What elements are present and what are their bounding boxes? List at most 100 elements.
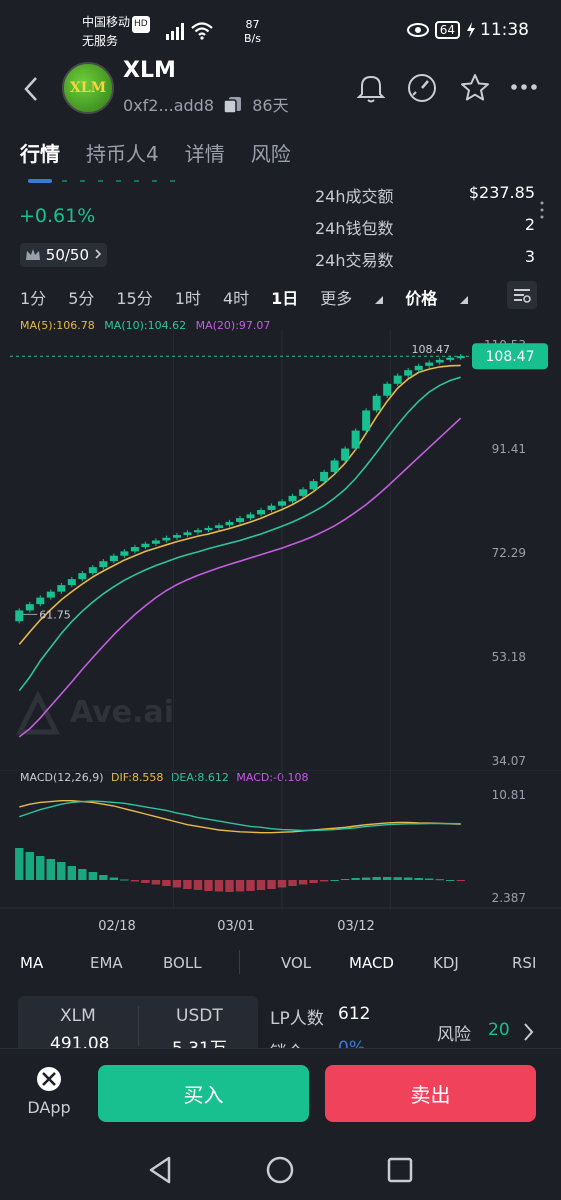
macd-histogram-bar	[435, 879, 444, 881]
candle-body	[172, 535, 181, 538]
indicator-divider	[239, 950, 240, 974]
macd-histogram-bar	[109, 877, 119, 880]
candle-body	[404, 370, 413, 376]
macd-histogram-bar	[235, 880, 245, 892]
price-toggle[interactable]: 价格	[405, 285, 469, 309]
chart-settings-button[interactable]	[507, 281, 537, 309]
candle-body	[372, 395, 381, 411]
battery-level: 64	[434, 21, 460, 39]
carrier-name: 中国移动	[82, 15, 131, 29]
candle-body	[120, 551, 129, 556]
charging-icon	[467, 22, 475, 38]
tab-risk[interactable]: 风险	[251, 138, 291, 172]
dapp-button[interactable]: DApp	[22, 1066, 76, 1120]
status-bar: 中国移动 HD 无服务 87 B/s 64 11:38	[0, 0, 561, 56]
risk-label: 风险	[437, 1025, 471, 1045]
candle-body	[57, 585, 66, 592]
buy-button[interactable]: 买入	[98, 1065, 309, 1122]
copy-icon[interactable]	[223, 96, 243, 114]
stat-label-trades: 24h交易数	[315, 251, 394, 270]
macd-histogram-bar	[361, 877, 371, 880]
stat-label-volume: 24h成交额	[315, 187, 394, 206]
interval-4h[interactable]: 4时	[223, 285, 249, 309]
macd-histogram-bar	[456, 880, 465, 882]
indicator-rsi[interactable]: RSI	[512, 954, 536, 972]
tab-details[interactable]: 详情	[185, 138, 225, 172]
net-speed-unit: B/s	[244, 32, 261, 45]
caret-icon	[375, 296, 384, 304]
token-age: 86天	[252, 96, 289, 115]
candle-body	[320, 471, 329, 482]
candle-body	[425, 362, 434, 366]
interval-15m[interactable]: 15分	[116, 285, 152, 309]
candle-body	[225, 521, 234, 526]
macd-histogram-bar	[393, 877, 402, 880]
price-chart[interactable]: 110.5391.4172.2953.1834.07Ave.ai108.4710…	[0, 330, 561, 770]
candle-body	[351, 430, 360, 449]
macd-histogram-bar	[414, 878, 423, 880]
ma-line-0	[18, 364, 461, 645]
eye-icon	[406, 23, 429, 37]
y-tick-label: 72.29	[492, 546, 526, 560]
macd-histogram-bar	[57, 862, 66, 880]
back-icon[interactable]	[22, 76, 40, 102]
carrier-info: 中国移动 HD 无服务	[82, 14, 150, 50]
macd-histogram-bar	[193, 880, 203, 890]
star-icon[interactable]	[459, 72, 491, 104]
interval-1h[interactable]: 1时	[175, 285, 201, 309]
candle-body	[435, 359, 444, 363]
sell-button[interactable]: 卖出	[325, 1065, 536, 1122]
lp-divider	[138, 1006, 139, 1046]
candle-body	[299, 489, 308, 496]
risk-score[interactable]: 20	[488, 1020, 510, 1040]
macd-histogram-bar	[151, 880, 161, 885]
macd-y-tick-label: 10.81	[492, 788, 526, 802]
indicator-ma[interactable]: MA	[20, 954, 43, 972]
macd-histogram-bar	[372, 877, 381, 880]
gauge-icon[interactable]	[406, 72, 438, 104]
side-more-icon[interactable]	[539, 200, 545, 220]
macd-histogram-bar	[351, 878, 360, 880]
tax-badge[interactable]: 50/50	[20, 243, 107, 267]
interval-1m[interactable]: 1分	[20, 285, 46, 309]
interval-more[interactable]: 更多	[320, 285, 384, 309]
tab-market[interactable]: 行情	[20, 138, 60, 172]
nav-recents-icon[interactable]	[387, 1157, 413, 1183]
clock: 11:38	[480, 20, 529, 40]
tab-holders[interactable]: 持币人4	[86, 138, 159, 172]
net-speed: 87 B/s	[244, 18, 261, 46]
interval-1d[interactable]: 1日	[271, 285, 298, 309]
macd-histogram-bar	[425, 878, 434, 880]
macd-histogram-bar	[141, 880, 150, 883]
indicator-macd[interactable]: MACD	[349, 954, 394, 972]
macd-histogram-bar	[78, 869, 87, 880]
interval-selector: 1分 5分 15分 1时 4时 1日 更多 价格	[20, 285, 490, 309]
lp-count-label: LP人数	[270, 1009, 324, 1029]
more-icon[interactable]	[510, 82, 538, 92]
indicator-boll[interactable]: BOLL	[163, 954, 202, 972]
bell-icon[interactable]	[356, 72, 386, 104]
net-speed-value: 87	[245, 18, 260, 31]
candle-body	[99, 561, 108, 568]
nav-back-icon[interactable]	[147, 1156, 173, 1184]
indicator-ema[interactable]: EMA	[90, 954, 123, 972]
macd-chart[interactable]: 10.81 2.387 02/18 03/01 03/12	[0, 770, 561, 940]
macd-histogram-bar	[120, 879, 129, 881]
interval-5m[interactable]: 5分	[68, 285, 94, 309]
candle-body	[330, 460, 339, 472]
macd-histogram-bar	[288, 880, 297, 886]
macd-histogram-bar	[88, 872, 98, 880]
macd-histogram-bar	[340, 879, 350, 880]
status-right: 64 11:38	[406, 20, 529, 40]
candle-body	[25, 604, 34, 611]
risk-chevron-icon[interactable]	[523, 1022, 535, 1042]
caret-icon	[460, 296, 469, 304]
macd-histogram-bar	[172, 880, 182, 888]
token-address: 0xf2...add8	[123, 96, 215, 115]
low-marker-label: 61.75	[39, 608, 71, 621]
indicator-kdj[interactable]: KDJ	[433, 954, 459, 972]
lp-token-a: XLM	[60, 1006, 96, 1026]
nav-home-icon[interactable]	[266, 1156, 294, 1184]
x-tick-label: 03/01	[217, 919, 254, 934]
indicator-vol[interactable]: VOL	[281, 954, 311, 972]
